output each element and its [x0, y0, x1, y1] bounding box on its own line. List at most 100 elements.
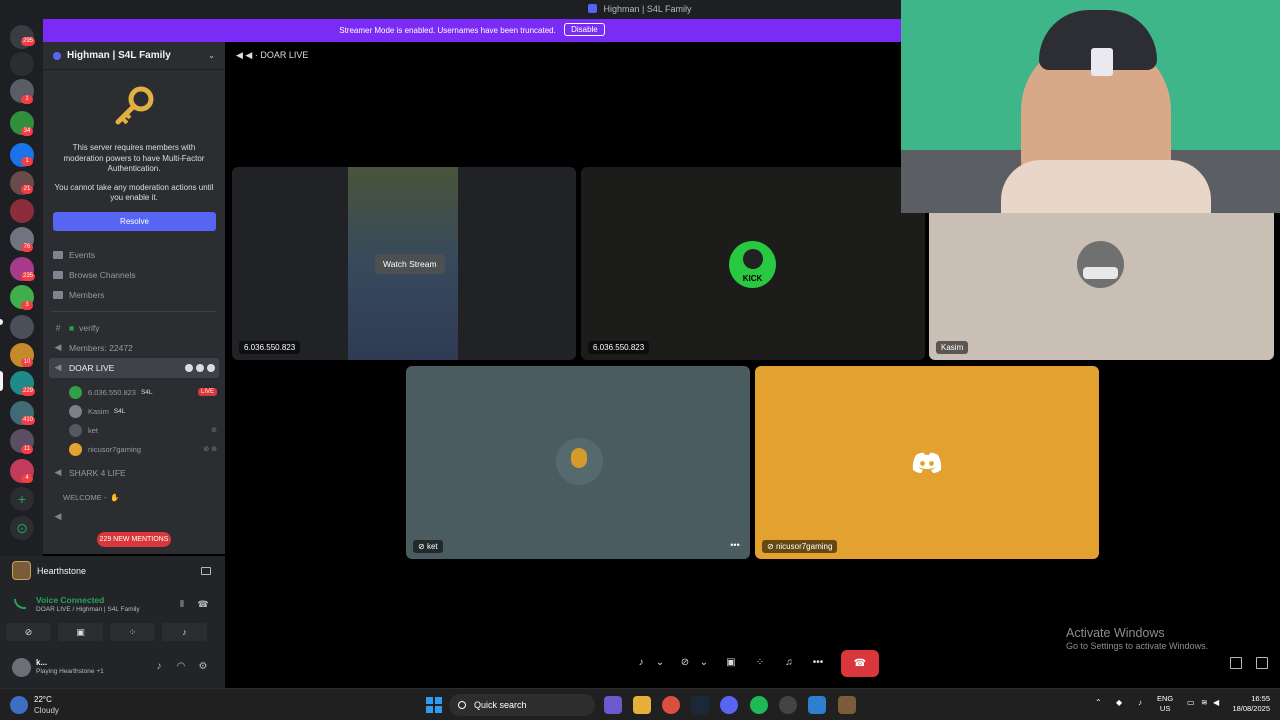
speaker-icon: ◀	[54, 362, 62, 372]
disable-button[interactable]: Disable	[564, 23, 605, 36]
steam-icon[interactable]	[691, 696, 709, 714]
chevron-down-icon[interactable]: ⌄	[698, 652, 710, 674]
divider	[51, 310, 217, 312]
language-indicator[interactable]: ENG US	[1157, 694, 1173, 714]
category-welcome[interactable]: WELCOME - ✋	[43, 489, 225, 507]
gear-icon[interactable]: ⚙	[197, 661, 209, 673]
tile-label: 6.036.550.823	[239, 341, 301, 354]
screen-share-button[interactable]: ▣	[58, 623, 103, 641]
microphone-icon[interactable]: ♪	[153, 661, 165, 673]
chrome-icon[interactable]	[662, 696, 680, 714]
headphones-icon[interactable]: ◠	[175, 661, 187, 673]
avatar	[69, 385, 82, 399]
voice-location[interactable]: DOAR LIVE / Highman | S4L Family	[36, 606, 140, 613]
activity-panel[interactable]: Hearthstone	[0, 556, 225, 585]
calendar-icon	[53, 250, 63, 259]
server-icon[interactable]	[10, 315, 34, 339]
channel-shark-4-life[interactable]: ◀ SHARK 4 LIFE	[43, 463, 225, 483]
nav-events[interactable]: Events	[43, 245, 225, 265]
channel-sidebar: Highman | S4L Family ⌄ This server requi…	[43, 42, 225, 554]
tray-overflow-icon[interactable]: ⌃	[1095, 698, 1102, 707]
spotify-icon[interactable]	[750, 696, 768, 714]
voice-status[interactable]: Voice Connected	[36, 595, 104, 605]
channel-members-count[interactable]: ◀ Members: 22472	[43, 338, 225, 358]
activities-icon[interactable]: ⁘	[750, 652, 770, 674]
nav-browse-channels[interactable]: Browse Channels	[43, 265, 225, 285]
avatar	[69, 404, 82, 418]
volume-icon[interactable]: ◀	[1213, 698, 1219, 707]
channel-doar-live[interactable]: ◀ DOAR LIVE	[49, 357, 219, 378]
tile-label: Kasim	[936, 341, 969, 354]
live-badge: LIVE	[197, 388, 217, 396]
soundboard-icon[interactable]: ♫	[779, 652, 799, 674]
disconnect-icon[interactable]: ☎	[196, 599, 210, 611]
hang-up-button[interactable]: ☎	[841, 650, 879, 677]
chevron-down-icon[interactable]: ⌄	[654, 652, 666, 674]
hearthstone-taskbar-icon[interactable]	[838, 696, 856, 714]
inbox-icon[interactable]	[10, 52, 34, 76]
taskbar-clock[interactable]: 16:55 18/08/2025	[1224, 694, 1270, 714]
server-badge-icon	[53, 51, 61, 60]
speaker-icon: ◀	[54, 467, 62, 477]
channel-hidden[interactable]: ◀	[43, 507, 225, 527]
voice-member[interactable]: Kasim S4L	[43, 402, 225, 421]
server-icon[interactable]	[10, 199, 34, 223]
camera-off-icon[interactable]: ⊘	[675, 652, 695, 674]
fullscreen-icon[interactable]	[1256, 657, 1268, 669]
app-icon[interactable]	[779, 696, 797, 714]
camera-off-button[interactable]: ⊘	[6, 623, 51, 641]
copilot-icon[interactable]	[604, 696, 622, 714]
members-icon	[53, 290, 63, 299]
chevron-down-icon: ⌄	[208, 51, 215, 60]
channel-verify[interactable]: # ■ verify	[43, 318, 225, 338]
add-server-icon[interactable]: +	[10, 487, 34, 511]
popout-icon[interactable]	[1230, 657, 1242, 669]
more-options-icon[interactable]: •••	[808, 652, 828, 674]
resolve-button[interactable]: Resolve	[53, 211, 216, 231]
noise-suppression-icon[interactable]: ⦀	[175, 599, 189, 611]
taskbar-search[interactable]: Quick search	[449, 694, 595, 716]
avatar	[69, 423, 82, 437]
vscode-icon[interactable]	[808, 696, 826, 714]
server-pill	[0, 371, 3, 391]
voice-member[interactable]: nicusor7gaming ⊘ ⊘	[43, 440, 225, 459]
screen-share-icon[interactable]: ▣	[721, 652, 741, 674]
voice-member[interactable]: ket ⊘	[43, 421, 225, 440]
more-options-icon[interactable]: •••	[726, 539, 744, 551]
server-header[interactable]: Highman | S4L Family ⌄	[43, 42, 225, 70]
microphone-tray-icon[interactable]: ♪	[1138, 698, 1142, 707]
discord-taskbar-icon[interactable]	[720, 696, 738, 714]
watch-stream-button[interactable]: Watch Stream	[375, 254, 445, 274]
unread-badge: 295	[21, 37, 36, 46]
avatar	[1077, 241, 1124, 288]
participant-tile[interactable]: ⊘ nicusor7gaming	[755, 366, 1099, 559]
windows-start-icon[interactable]	[426, 697, 442, 713]
discover-icon[interactable]: ⊙	[10, 516, 34, 540]
participant-tile[interactable]: ⊘ ket •••	[406, 366, 750, 559]
key-icon	[115, 86, 154, 125]
participant-tile[interactable]: KICK 6.036.550.823	[581, 167, 925, 360]
activity-game: Hearthstone	[37, 565, 87, 576]
invite-icon[interactable]	[196, 363, 204, 372]
tile-label: 6.036.550.823	[588, 341, 650, 354]
activities-button[interactable]: ⁘	[110, 623, 155, 641]
user-panel: k... Playing Hearthstone +1 ♪ ◠ ⚙	[0, 647, 225, 688]
file-explorer-icon[interactable]	[633, 696, 651, 714]
new-mentions-pill[interactable]: 229 NEW MENTIONS	[97, 532, 171, 547]
signal-icon	[14, 599, 26, 609]
avatar[interactable]	[12, 658, 31, 677]
tray-app-icon[interactable]: ◆	[1116, 698, 1122, 707]
chat-icon[interactable]	[185, 363, 193, 372]
network-icon[interactable]: ▭	[1187, 698, 1195, 707]
voice-member[interactable]: 6.036.550.823 S4L LIVE	[43, 383, 225, 402]
screen-share-icon[interactable]	[201, 566, 211, 575]
settings-icon[interactable]	[207, 363, 215, 372]
user-name[interactable]: k...	[36, 658, 47, 667]
soundboard-button[interactable]: ♪	[162, 623, 207, 641]
microphone-icon[interactable]: ♪	[631, 652, 651, 674]
nav-members[interactable]: Members	[43, 285, 225, 305]
wifi-icon[interactable]: ≋	[1201, 698, 1208, 707]
avatar	[556, 438, 603, 485]
unread-badge: 3	[21, 301, 33, 310]
stream-tile[interactable]: Watch Stream 6.036.550.823	[232, 167, 576, 360]
